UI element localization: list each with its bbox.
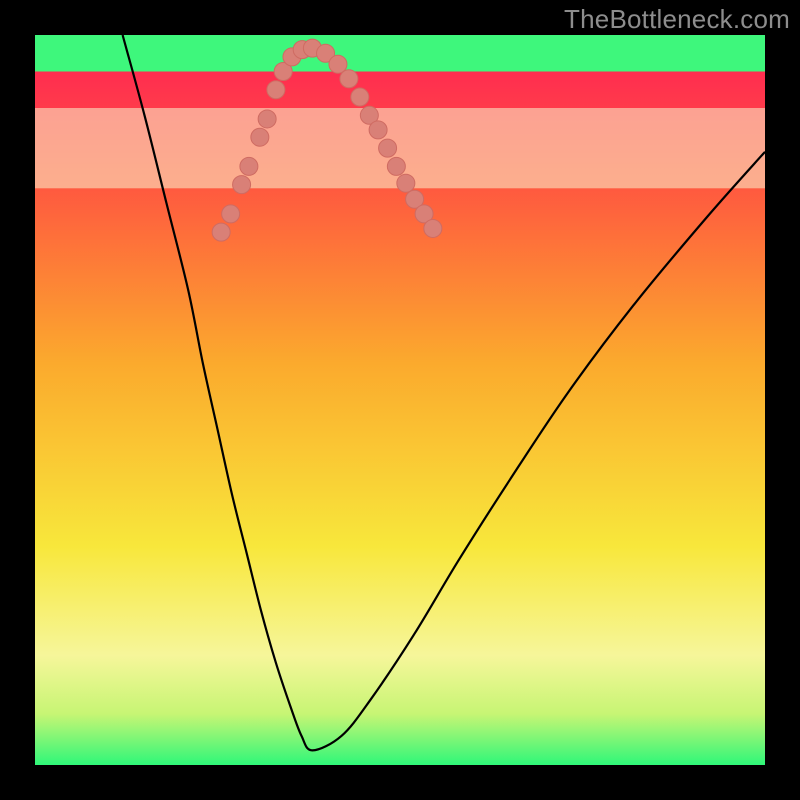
chart-canvas: TheBottleneck.com [0, 0, 800, 800]
watermark-text: TheBottleneck.com [564, 4, 790, 35]
bottleneck-plot [35, 35, 765, 765]
